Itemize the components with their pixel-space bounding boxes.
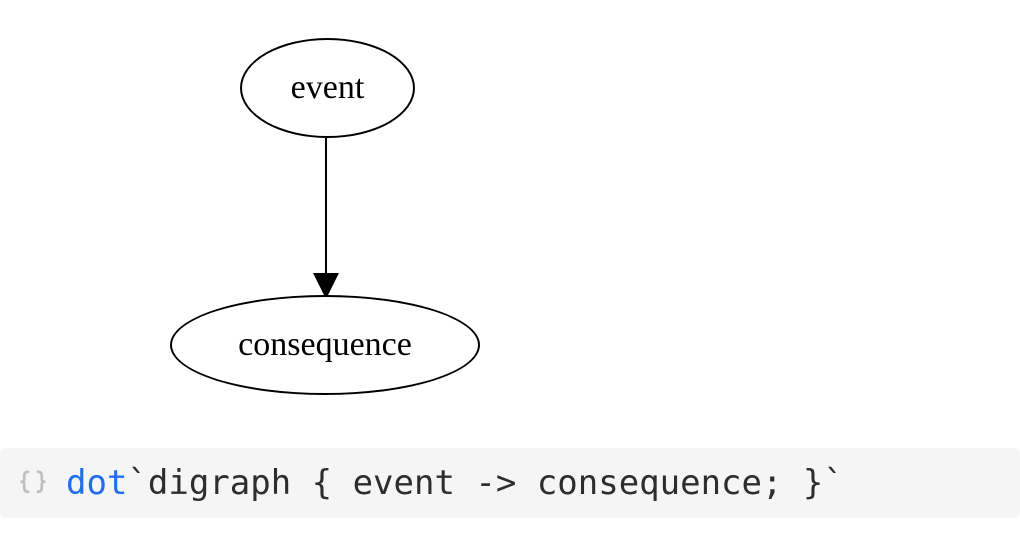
edge-line — [325, 138, 327, 278]
node-event: event — [240, 38, 415, 138]
braces-icon — [18, 468, 48, 498]
node-event-label: event — [291, 69, 365, 107]
code-body: `digraph { event -> consequence; }` — [127, 463, 843, 503]
node-consequence-label: consequence — [238, 326, 412, 364]
node-consequence: consequence — [170, 295, 480, 395]
graph-diagram: event consequence — [0, 0, 1020, 430]
code-cell[interactable]: dot`digraph { event -> consequence; }` — [0, 448, 1020, 518]
code-keyword: dot — [66, 463, 127, 503]
